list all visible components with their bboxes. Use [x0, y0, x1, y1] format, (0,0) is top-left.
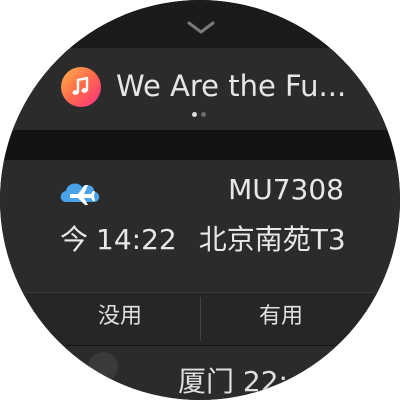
- not-useful-button[interactable]: 没用: [40, 293, 200, 345]
- page-dot-active: [192, 112, 197, 117]
- flight-location: 北京南苑T3: [198, 223, 346, 256]
- next-card-icon: [88, 352, 118, 382]
- card-separator: [0, 130, 400, 160]
- flight-day: 今: [60, 223, 89, 256]
- flight-card[interactable]: MU7308 今 14:22 北京南苑T3: [0, 160, 400, 292]
- flight-number: MU7308: [228, 173, 344, 206]
- music-note-icon: [61, 67, 101, 107]
- music-card[interactable]: We Are the Fu...: [0, 48, 400, 130]
- next-card-text: 厦门 22:: [178, 365, 288, 398]
- feedback-actions: 没用 有用: [0, 292, 400, 345]
- watch-face: We Are the Fu... MU7308 今 14:22 北京南苑T3 没用 …: [0, 0, 400, 400]
- useful-button[interactable]: 有用: [201, 293, 361, 345]
- music-track-title: We Are the Fu...: [116, 69, 346, 103]
- next-card[interactable]: 厦门 22:: [0, 346, 400, 400]
- flight-time: 14:22: [96, 223, 177, 256]
- chevron-down-icon[interactable]: [186, 20, 216, 36]
- page-dot-inactive: [201, 112, 206, 117]
- flight-detail-line: 今 14:22 北京南苑T3: [60, 222, 346, 258]
- top-header: [0, 0, 400, 48]
- page-indicator: [192, 112, 210, 118]
- airplane-cloud-icon: [60, 183, 100, 205]
